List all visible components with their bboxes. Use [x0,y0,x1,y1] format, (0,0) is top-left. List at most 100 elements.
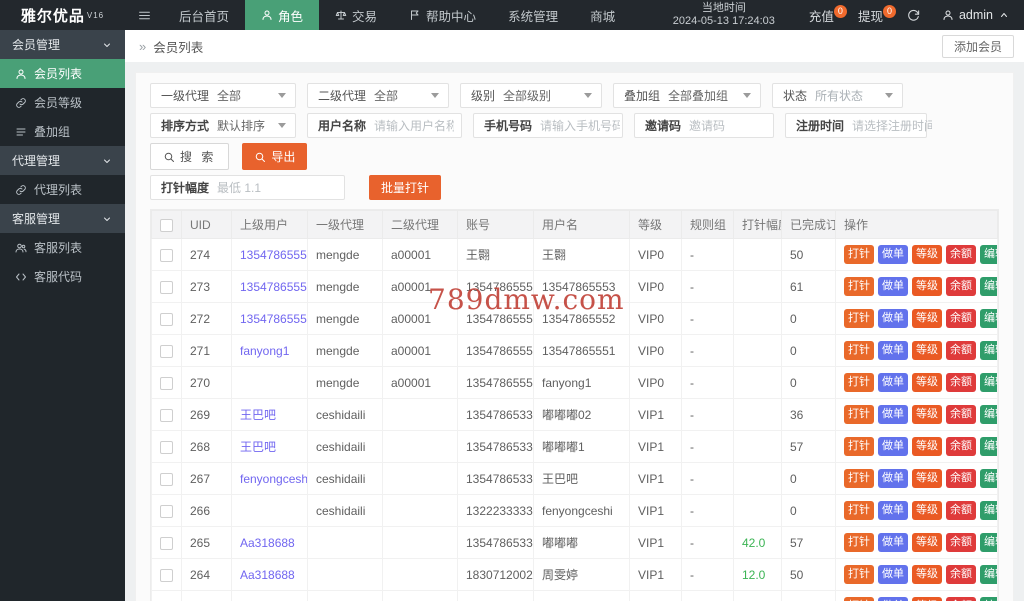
action-button-编辑[interactable]: 编辑 [980,533,997,552]
action-button-等级[interactable]: 等级 [912,469,942,488]
row-checkbox[interactable] [160,408,173,422]
action-button-打针[interactable]: 打针 [844,341,874,360]
action-button-打针[interactable]: 打针 [844,405,874,424]
action-button-等级[interactable]: 等级 [912,309,942,328]
parent-user-link[interactable]: 13547865551 [240,312,307,326]
search-button[interactable]: 搜 索 [150,143,230,170]
top-menu-item-后台首页[interactable]: 后台首页 [163,0,245,30]
sidebar-item-叠加组[interactable]: 叠加组 [0,117,125,146]
sidebar-item-客服代码[interactable]: 客服代码 [0,262,125,291]
action-button-等级[interactable]: 等级 [912,597,942,601]
action-button-打针[interactable]: 打针 [844,373,874,392]
filter-select-二级代理[interactable]: 二级代理 全部 [307,83,449,108]
batch-inject-button[interactable]: 批量打针 [369,175,442,200]
action-button-等级[interactable]: 等级 [912,501,942,520]
action-button-打针[interactable]: 打针 [844,469,874,488]
sidebar-item-客服列表[interactable]: 客服列表 [0,233,125,262]
inject-range-input[interactable] [217,177,328,198]
action-button-做单[interactable]: 做单 [878,437,908,456]
action-button-余额[interactable]: 余额 [946,341,976,360]
action-button-余额[interactable]: 余额 [946,469,976,488]
parent-user-link[interactable]: 王巴吧 [240,440,276,454]
action-button-做单[interactable]: 做单 [878,565,908,584]
filter-input-注册时间[interactable] [852,115,941,136]
action-button-余额[interactable]: 余额 [946,501,976,520]
action-button-余额[interactable]: 余额 [946,405,976,424]
action-button-编辑[interactable]: 编辑 [980,501,997,520]
action-button-等级[interactable]: 等级 [912,341,942,360]
action-button-编辑[interactable]: 编辑 [980,565,997,584]
top-menu-item-角色[interactable]: 角色 [245,0,320,30]
filter-select-一级代理[interactable]: 一级代理 全部 [150,83,296,108]
action-button-等级[interactable]: 等级 [912,533,942,552]
row-checkbox[interactable] [160,504,173,518]
action-button-编辑[interactable]: 编辑 [980,405,997,424]
sidebar-item-会员列表[interactable]: 会员列表 [0,59,125,88]
row-checkbox[interactable] [160,472,173,486]
action-button-打针[interactable]: 打针 [844,597,874,601]
action-button-做单[interactable]: 做单 [878,501,908,520]
action-button-做单[interactable]: 做单 [878,341,908,360]
action-button-打针[interactable]: 打针 [844,277,874,296]
action-button-编辑[interactable]: 编辑 [980,597,997,601]
action-button-等级[interactable]: 等级 [912,277,942,296]
action-button-打针[interactable]: 打针 [844,309,874,328]
action-button-做单[interactable]: 做单 [878,245,908,264]
top-menu-item-帮助中心[interactable]: 帮助中心 [393,0,492,30]
row-checkbox[interactable] [160,440,173,454]
action-button-余额[interactable]: 余额 [946,565,976,584]
action-button-打针[interactable]: 打针 [844,245,874,264]
action-button-编辑[interactable]: 编辑 [980,437,997,456]
action-button-打针[interactable]: 打针 [844,501,874,520]
action-button-做单[interactable]: 做单 [878,597,908,601]
action-button-做单[interactable]: 做单 [878,469,908,488]
filter-input-用户名称[interactable] [374,115,463,136]
parent-user-link[interactable]: 王巴吧 [240,408,276,422]
action-button-余额[interactable]: 余额 [946,309,976,328]
sidebar-group-代理管理[interactable]: 代理管理 [0,146,125,175]
sidebar-group-会员管理[interactable]: 会员管理 [0,30,125,59]
add-member-button[interactable]: 添加会员 [941,35,1014,58]
action-button-做单[interactable]: 做单 [878,405,908,424]
action-button-编辑[interactable]: 编辑 [980,469,997,488]
action-button-余额[interactable]: 余额 [946,373,976,392]
action-button-打针[interactable]: 打针 [844,565,874,584]
action-button-等级[interactable]: 等级 [912,373,942,392]
recharge-link[interactable]: 充值 0 [797,4,847,25]
select-all-checkbox[interactable] [160,218,173,232]
row-checkbox[interactable] [160,568,173,582]
row-checkbox[interactable] [160,536,173,550]
action-button-余额[interactable]: 余额 [946,277,976,296]
action-button-打针[interactable]: 打针 [844,533,874,552]
parent-user-link[interactable]: fenyongceshi [240,472,307,486]
sidebar-toggle-icon[interactable] [125,0,163,30]
action-button-等级[interactable]: 等级 [912,565,942,584]
parent-user-link[interactable]: Aa318688 [240,568,295,582]
action-button-做单[interactable]: 做单 [878,277,908,296]
export-button[interactable]: 导出 [242,143,308,170]
filter-select-叠加组[interactable]: 叠加组 全部叠加组 [613,83,761,108]
parent-user-link[interactable]: fanyong1 [240,344,289,358]
action-button-余额[interactable]: 余额 [946,597,976,601]
action-button-做单[interactable]: 做单 [878,309,908,328]
action-button-编辑[interactable]: 编辑 [980,245,997,264]
filter-input-手机号码[interactable] [540,115,629,136]
top-menu-item-交易[interactable]: 交易 [319,0,393,30]
action-button-余额[interactable]: 余额 [946,245,976,264]
filter-input-邀请码[interactable] [689,115,778,136]
action-button-做单[interactable]: 做单 [878,373,908,392]
action-button-等级[interactable]: 等级 [912,405,942,424]
top-menu-item-系统管理[interactable]: 系统管理 [492,0,574,30]
row-checkbox[interactable] [160,280,173,294]
action-button-等级[interactable]: 等级 [912,245,942,264]
action-button-编辑[interactable]: 编辑 [980,277,997,296]
row-checkbox[interactable] [160,248,173,262]
action-button-余额[interactable]: 余额 [946,533,976,552]
admin-menu[interactable]: admin [932,8,1024,22]
filter-select-状态[interactable]: 状态 所有状态 [772,83,903,108]
sidebar-item-代理列表[interactable]: 代理列表 [0,175,125,204]
action-button-编辑[interactable]: 编辑 [980,373,997,392]
parent-user-link[interactable]: 13547865552 [240,280,307,294]
action-button-打针[interactable]: 打针 [844,437,874,456]
parent-user-link[interactable]: Aa318688 [240,536,295,550]
